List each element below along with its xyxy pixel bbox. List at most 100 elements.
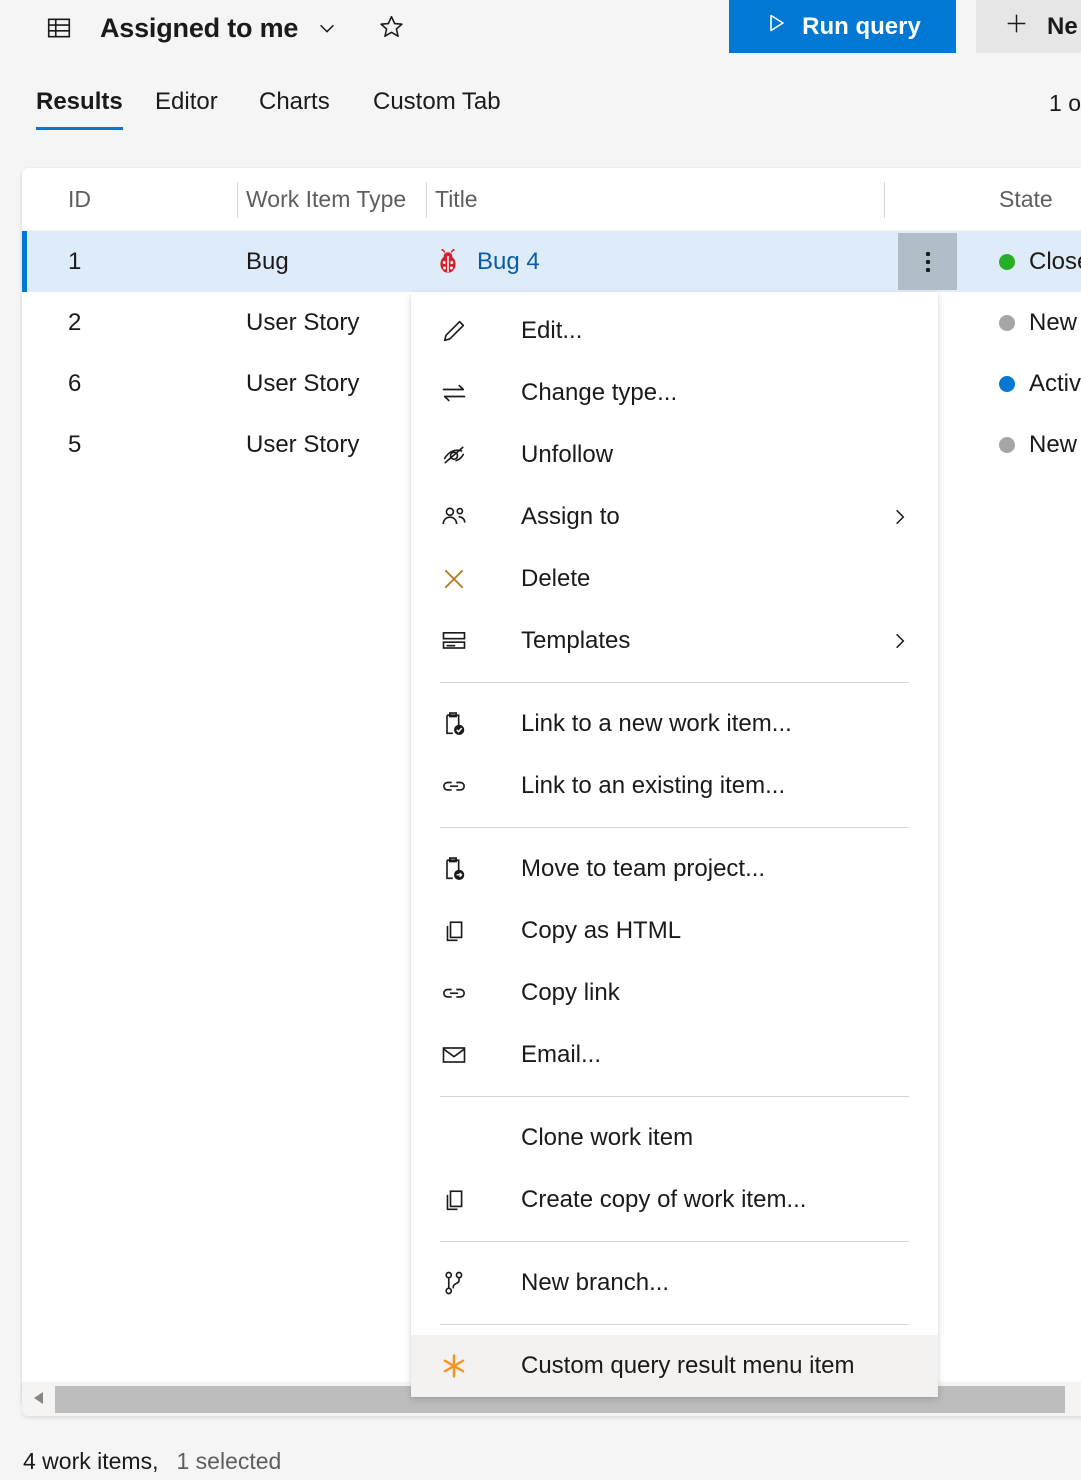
menu-item-unfollow[interactable]: Unfollow bbox=[411, 424, 938, 486]
menu-item-link-to-existing-item[interactable]: Link to an existing item... bbox=[411, 755, 938, 817]
column-header-state[interactable]: State bbox=[999, 168, 1053, 231]
menu-item-change-type[interactable]: Change type... bbox=[411, 362, 938, 424]
menu-item-create-copy-of-work-item-label: Create copy of work item... bbox=[521, 1186, 806, 1214]
tab-custom-tab-label: Custom Tab bbox=[373, 88, 501, 116]
tab-charts-label: Charts bbox=[259, 88, 330, 116]
menu-item-link-to-new-work-item[interactable]: Link to a new work item... bbox=[411, 693, 938, 755]
link-icon bbox=[440, 771, 476, 801]
cell-state-label: New bbox=[1029, 309, 1077, 337]
clipboard-arrow-icon bbox=[440, 854, 476, 884]
tab-charts[interactable]: Charts bbox=[259, 78, 330, 136]
clipboard-check-icon bbox=[440, 709, 476, 739]
query-title-group: Assigned to me bbox=[46, 0, 406, 56]
branch-icon bbox=[440, 1268, 476, 1298]
new-work-item-button[interactable]: Ne bbox=[976, 0, 1081, 53]
table-row[interactable]: 1 Bug Bug bbox=[22, 231, 1081, 292]
cell-work-item-type: User Story bbox=[246, 292, 359, 353]
chevron-right-icon bbox=[890, 507, 910, 527]
menu-item-custom-query-result-label: Custom query result menu item bbox=[521, 1352, 854, 1380]
favorite-button[interactable] bbox=[376, 13, 406, 43]
column-header-work-item-type[interactable]: Work Item Type bbox=[246, 168, 406, 231]
menu-item-copy-link-label: Copy link bbox=[521, 979, 620, 1007]
new-work-item-label: Ne bbox=[1047, 13, 1078, 41]
tab-editor-label: Editor bbox=[155, 88, 218, 116]
tab-custom-tab[interactable]: Custom Tab bbox=[373, 78, 501, 136]
cell-id: 5 bbox=[68, 414, 81, 475]
cell-work-item-type: User Story bbox=[246, 353, 359, 414]
menu-item-delete[interactable]: Delete bbox=[411, 548, 938, 610]
menu-item-edit[interactable]: Edit... bbox=[411, 300, 938, 362]
cell-work-item-type: User Story bbox=[246, 414, 359, 475]
menu-item-clone-work-item-label: Clone work item bbox=[521, 1124, 693, 1152]
menu-item-move-to-team-project-label: Move to team project... bbox=[521, 855, 765, 883]
menu-item-custom-query-result[interactable]: Custom query result menu item bbox=[411, 1335, 938, 1397]
plus-icon bbox=[1004, 11, 1029, 43]
menu-item-new-branch[interactable]: New branch... bbox=[411, 1252, 938, 1314]
people-icon bbox=[440, 502, 476, 532]
column-divider[interactable] bbox=[426, 182, 427, 218]
tab-editor[interactable]: Editor bbox=[155, 78, 218, 136]
chevron-down-icon[interactable] bbox=[298, 17, 338, 39]
menu-item-email[interactable]: Email... bbox=[411, 1024, 938, 1086]
cell-state: New bbox=[999, 292, 1077, 353]
menu-item-templates[interactable]: Templates bbox=[411, 610, 938, 672]
more-vertical-icon bbox=[926, 252, 930, 272]
column-header-title[interactable]: Title bbox=[435, 168, 478, 231]
menu-item-copy-link[interactable]: Copy link bbox=[411, 962, 938, 1024]
chevron-right-icon bbox=[890, 631, 910, 651]
grid-table-icon bbox=[46, 15, 72, 41]
row-context-menu: Edit... Change type... Unfollow bbox=[411, 292, 938, 1397]
cell-state: New bbox=[999, 414, 1077, 475]
menu-separator bbox=[440, 1324, 909, 1325]
template-rows-icon bbox=[440, 626, 476, 656]
row-context-menu-button[interactable] bbox=[898, 233, 957, 290]
cell-id: 6 bbox=[68, 353, 81, 414]
menu-item-delete-label: Delete bbox=[521, 565, 590, 593]
run-query-button[interactable]: Run query bbox=[729, 0, 956, 53]
status-badge-dot bbox=[999, 376, 1015, 392]
menu-item-templates-label: Templates bbox=[521, 627, 630, 655]
menu-item-email-label: Email... bbox=[521, 1041, 601, 1069]
menu-item-clone-work-item[interactable]: Clone work item bbox=[411, 1107, 938, 1169]
selected-count-label: 1 selected bbox=[176, 1448, 281, 1475]
cell-state-label: New bbox=[1029, 431, 1077, 459]
eye-off-icon bbox=[440, 440, 476, 470]
pencil-icon bbox=[440, 316, 476, 346]
menu-item-assign-to-label: Assign to bbox=[521, 503, 620, 531]
asterisk-icon bbox=[440, 1351, 476, 1381]
menu-item-edit-label: Edit... bbox=[521, 317, 582, 345]
menu-separator bbox=[440, 1241, 909, 1242]
menu-item-create-copy-of-work-item[interactable]: Create copy of work item... bbox=[411, 1169, 938, 1231]
link-icon bbox=[440, 978, 476, 1008]
page-title: Assigned to me bbox=[100, 13, 298, 44]
query-results-page: Assigned to me Run query bbox=[0, 0, 1081, 1480]
column-divider[interactable] bbox=[884, 182, 885, 218]
column-divider[interactable] bbox=[237, 182, 238, 218]
menu-item-change-type-label: Change type... bbox=[521, 379, 677, 407]
caret-left-icon bbox=[33, 1391, 45, 1408]
bug-ladybug-icon bbox=[435, 249, 461, 275]
tab-strip: Results Editor Charts Custom Tab 1 o bbox=[0, 78, 1081, 138]
cell-title-link[interactable]: Bug 4 bbox=[477, 248, 540, 276]
swap-arrows-icon bbox=[440, 378, 476, 408]
star-icon bbox=[379, 14, 404, 42]
cell-state: Closed bbox=[999, 231, 1081, 292]
menu-item-move-to-team-project[interactable]: Move to team project... bbox=[411, 838, 938, 900]
no-icon-placeholder bbox=[440, 1123, 476, 1153]
cell-state-label: Closed bbox=[1029, 248, 1081, 276]
menu-item-copy-as-html[interactable]: Copy as HTML bbox=[411, 900, 938, 962]
status-badge-dot bbox=[999, 254, 1015, 270]
menu-item-assign-to[interactable]: Assign to bbox=[411, 486, 938, 548]
menu-item-new-branch-label: New branch... bbox=[521, 1269, 669, 1297]
status-badge-dot bbox=[999, 437, 1015, 453]
run-query-label: Run query bbox=[802, 13, 921, 41]
menu-item-copy-as-html-label: Copy as HTML bbox=[521, 917, 681, 945]
scroll-left-button[interactable] bbox=[22, 1382, 55, 1416]
tab-results[interactable]: Results bbox=[36, 78, 123, 136]
menu-separator bbox=[440, 1096, 909, 1097]
column-header-id[interactable]: ID bbox=[68, 168, 91, 231]
cell-title: Bug 4 bbox=[435, 231, 540, 292]
menu-item-link-to-existing-item-label: Link to an existing item... bbox=[521, 772, 785, 800]
menu-separator bbox=[440, 682, 909, 683]
copy-icon bbox=[440, 916, 476, 946]
